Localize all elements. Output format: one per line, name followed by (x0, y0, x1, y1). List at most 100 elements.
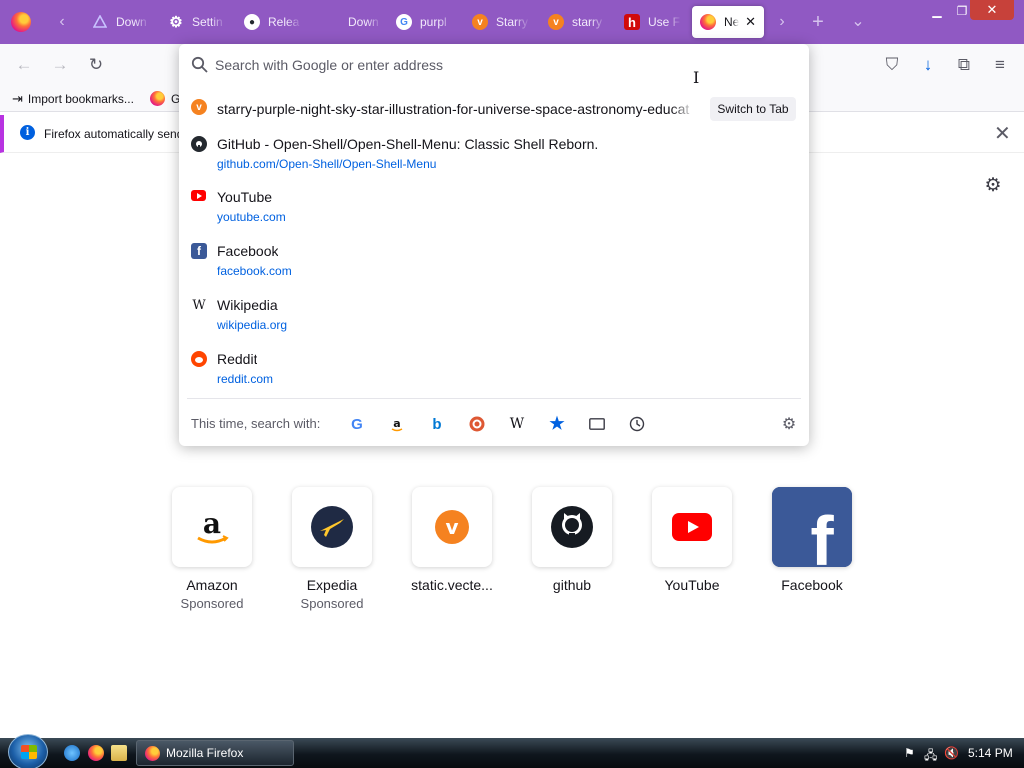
notification-text: Firefox automatically send (44, 127, 184, 141)
top-site-vecteezy[interactable]: v static.vecte... (392, 487, 512, 593)
tab-title: Down (348, 15, 379, 29)
suggestion-title: Reddit (217, 351, 258, 367)
tabs-icon[interactable] (587, 414, 607, 434)
top-site-youtube[interactable]: YouTube (632, 487, 752, 593)
suggestion-url: reddit.com (217, 372, 274, 386)
suggestion-facebook[interactable]: f Facebook facebook.com (187, 243, 801, 283)
tab-scroll-right-icon[interactable]: › (772, 12, 792, 32)
personalize-gear-icon[interactable]: ⚙ (983, 176, 1003, 196)
tab-0[interactable]: Down (84, 6, 158, 38)
github-icon: ● (244, 14, 260, 30)
extensions-icon[interactable]: ⧉ (954, 55, 974, 75)
suggestion-wikipedia[interactable]: W Wikipedia wikipedia.org (187, 297, 801, 337)
search-settings-gear-icon[interactable]: ⚙ (779, 414, 799, 434)
top-site-amazon[interactable]: a Amazon Sponsored (152, 487, 272, 611)
tab-2[interactable]: ● Relea (236, 6, 310, 38)
back-icon[interactable]: ← (14, 55, 34, 75)
suggestion-youtube[interactable]: YouTube youtube.com (187, 189, 801, 229)
minimize-icon[interactable]: ▁ (924, 2, 950, 20)
downloads-icon[interactable]: ↓ (918, 55, 938, 75)
svg-text:f: f (810, 502, 834, 567)
firefox-icon (150, 91, 165, 106)
start-button[interactable] (8, 734, 48, 768)
duckduckgo-icon[interactable] (467, 414, 487, 434)
folder-icon[interactable] (111, 745, 127, 761)
github-icon (532, 487, 612, 567)
tab-1[interactable]: ⚙ Settin (160, 6, 234, 38)
forward-icon[interactable]: → (50, 55, 70, 75)
top-site-name: YouTube (664, 577, 720, 593)
close-notification-icon[interactable]: ✕ (994, 121, 1011, 146)
top-site-facebook[interactable]: f Facebook (752, 487, 872, 593)
tab-strip: ‹ Down ⚙ Settin ● Relea Down G purpl v S… (0, 0, 1024, 44)
address-input[interactable] (215, 54, 675, 76)
firefox-icon (700, 14, 716, 30)
suggestion-url: facebook.com (217, 264, 292, 278)
top-site-expedia[interactable]: Expedia Sponsored (272, 487, 392, 611)
wikipedia-icon: W (192, 297, 206, 313)
youtube-icon (191, 190, 206, 201)
action-center-flag-icon[interactable]: ⚑ (904, 746, 915, 760)
info-icon: i (20, 125, 35, 140)
divider (187, 398, 801, 399)
taskbar-button-firefox[interactable]: Mozilla Firefox (136, 740, 294, 766)
pocket-icon[interactable]: ⛉ (882, 55, 902, 75)
list-all-tabs-icon[interactable]: ⌄ (848, 12, 868, 32)
gear-icon: ⚙ (169, 14, 183, 31)
blank-icon (324, 14, 340, 30)
taskbar-clock[interactable]: 5:14 PM (968, 746, 1013, 760)
svg-text:v: v (445, 515, 458, 539)
search-icon (191, 56, 208, 73)
svg-text:a: a (393, 417, 400, 430)
tab-title: starry (572, 15, 602, 29)
suggestion-title: YouTube (217, 189, 273, 205)
tab-title: Use F (648, 15, 681, 29)
network-icon[interactable]: 🖧 (924, 746, 937, 767)
windows-logo-icon (21, 745, 37, 759)
tab-title: Relea (268, 15, 300, 29)
top-site-name: Expedia (306, 577, 358, 593)
google-icon[interactable]: G (347, 414, 367, 434)
amazon-icon[interactable]: a (387, 414, 407, 434)
firefox-icon[interactable] (88, 745, 104, 761)
bookmark-item-2[interactable]: G (150, 91, 180, 106)
vecteezy-icon: v (472, 14, 488, 30)
suggestion-github[interactable]: GitHub - Open-Shell/Open-Shell-Menu: Cla… (187, 136, 801, 176)
wikipedia-icon[interactable]: W (507, 414, 527, 434)
switch-to-tab-button[interactable]: Switch to Tab (710, 97, 796, 121)
import-bookmarks-item[interactable]: ⇥ Import bookmarks... (12, 91, 134, 107)
new-tab-icon[interactable]: + (808, 12, 828, 32)
drive-icon (92, 14, 108, 30)
tab-8-active[interactable]: Ne ✕ (692, 6, 764, 38)
vecteezy-icon: v (548, 14, 564, 30)
volume-muted-icon[interactable]: 🔇 (944, 746, 959, 760)
import-bookmarks-label: Import bookmarks... (27, 92, 134, 106)
bookmarks-icon[interactable]: ★ (547, 414, 567, 434)
tab-5[interactable]: v Starry (464, 6, 538, 38)
suggestion-reddit[interactable]: Reddit reddit.com (187, 351, 801, 391)
tab-title: Down (116, 15, 147, 29)
menu-icon[interactable]: ≡ (990, 55, 1010, 75)
tab-3[interactable]: Down (316, 6, 390, 38)
import-icon: ⇥ (12, 91, 23, 106)
urlbar-dropdown: I v starry-purple-night-sky-star-illustr… (179, 44, 809, 446)
facebook-icon: f (772, 487, 852, 567)
bing-icon[interactable]: b (427, 414, 447, 434)
firefox-view-icon[interactable] (11, 12, 31, 32)
tab-scroll-left-icon[interactable]: ‹ (52, 12, 72, 32)
tab-4[interactable]: G purpl (388, 6, 462, 38)
internet-explorer-icon[interactable] (64, 745, 80, 761)
window-close-icon[interactable]: ✕ (970, 0, 1014, 20)
top-site-github[interactable]: github (512, 487, 632, 593)
sponsored-label: Sponsored (300, 596, 364, 611)
suggestion-title: Wikipedia (217, 297, 278, 313)
tab-title: Settin (192, 15, 223, 29)
tab-7[interactable]: h Use F (616, 6, 690, 38)
suggestion-url: github.com/Open-Shell/Open-Shell-Menu (217, 157, 437, 171)
close-tab-icon[interactable]: ✕ (745, 14, 756, 30)
suggestion-switch-tab[interactable]: v starry-purple-night-sky-star-illustrat… (187, 98, 801, 122)
reload-icon[interactable]: ↻ (86, 55, 106, 75)
tab-6[interactable]: v starry (540, 6, 614, 38)
svg-text:a: a (203, 507, 221, 540)
history-icon[interactable] (627, 414, 647, 434)
